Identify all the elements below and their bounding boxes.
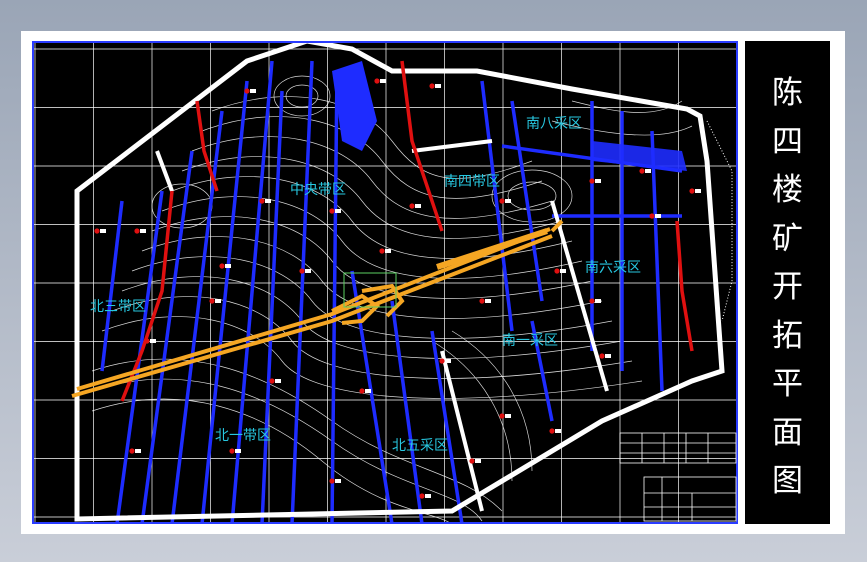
title-block-table	[643, 476, 737, 522]
zone-label-nanliu: 南六采区	[585, 260, 641, 276]
borehole-marker	[129, 448, 135, 454]
borehole-marker	[219, 263, 225, 269]
mine-plan-map: 中央带区 南四带区 南八采区 南六采区 南一采区 北三带区 北一带区 北五采区	[32, 41, 738, 524]
borehole-marker	[329, 478, 335, 484]
worked-area	[332, 61, 377, 151]
borehole-marker	[299, 268, 305, 274]
borehole-label-box	[485, 299, 491, 303]
borehole-marker	[269, 378, 275, 384]
title-char: 楼	[772, 172, 803, 208]
borehole-label-box	[135, 449, 141, 453]
borehole-label-box	[225, 264, 231, 268]
borehole-label-box	[275, 379, 281, 383]
borehole-label-box	[595, 299, 601, 303]
borehole-marker	[379, 248, 385, 254]
borehole-label-box	[695, 189, 701, 193]
borehole-marker	[469, 458, 475, 464]
borehole-label-box	[305, 269, 311, 273]
zone-label-beiyi: 北一带区	[215, 428, 271, 444]
borehole-label-box	[595, 179, 601, 183]
borehole-marker	[549, 428, 555, 434]
title-char: 平	[772, 366, 803, 402]
main-roadway	[436, 228, 548, 270]
borehole-marker	[259, 198, 265, 204]
borehole-label-box	[645, 169, 651, 173]
borehole-marker	[599, 353, 605, 359]
borehole-marker	[374, 78, 380, 84]
title-char: 矿	[772, 220, 803, 257]
zone-label-nanba: 南八采区	[526, 116, 582, 132]
borehole-marker	[134, 228, 140, 234]
borehole-label-box	[100, 229, 106, 233]
borehole-label-box	[415, 204, 421, 208]
title-panel: 陈 四 楼 矿 开 拓 平 面 图	[745, 41, 830, 524]
borehole-label-box	[335, 479, 341, 483]
borehole-label-box	[445, 359, 451, 363]
borehole-label-box	[505, 199, 511, 203]
borehole-label-box	[335, 209, 341, 213]
borehole-marker	[554, 268, 560, 274]
borehole-label-box	[140, 229, 146, 233]
borehole-label-box	[380, 79, 386, 83]
title-char: 图	[772, 463, 803, 499]
borehole-marker	[689, 188, 695, 194]
borehole-marker	[589, 178, 595, 184]
zone-label-nansi: 南四带区	[444, 174, 500, 190]
borehole-label-box	[215, 299, 221, 303]
borehole-label-box	[265, 199, 271, 203]
title-char: 拓	[772, 317, 803, 354]
borehole-marker	[649, 213, 655, 219]
borehole-marker	[419, 493, 425, 499]
borehole-marker	[479, 298, 485, 304]
borehole-label-box	[250, 89, 256, 93]
borehole-label-box	[475, 459, 481, 463]
title-char: 陈	[772, 75, 803, 111]
borehole-label-box	[385, 249, 391, 253]
borehole-label-box	[425, 494, 431, 498]
borehole-marker	[94, 228, 100, 234]
borehole-label-box	[235, 449, 241, 453]
borehole-marker	[499, 198, 505, 204]
borehole-label-box	[555, 429, 561, 433]
zone-label-beiwu: 北五采区	[392, 438, 448, 454]
borehole-marker	[639, 168, 645, 174]
borehole-label-box	[560, 269, 566, 273]
borehole-marker	[359, 388, 365, 394]
borehole-marker	[144, 338, 150, 344]
borehole-label-box	[150, 339, 156, 343]
borehole-marker	[329, 208, 335, 214]
borehole-marker	[229, 448, 235, 454]
borehole-label-box	[655, 214, 661, 218]
borehole-label-box	[365, 389, 371, 393]
borehole-marker	[209, 298, 215, 304]
borehole-marker	[409, 203, 415, 209]
zone-label-beisan: 北三带区	[90, 299, 146, 315]
borehole-marker	[244, 88, 250, 94]
zone-label-zhongyang: 中央带区	[290, 182, 346, 198]
title-char: 面	[772, 414, 803, 451]
borehole-label-box	[435, 84, 441, 88]
borehole-label-box	[605, 354, 611, 358]
borehole-marker	[499, 413, 505, 419]
borehole-marker	[429, 83, 435, 89]
mine-plan-svg	[32, 41, 738, 524]
title-char: 开	[772, 269, 803, 305]
map-title: 陈 四 楼 矿 开 拓 平 面 图	[745, 69, 830, 506]
borehole-label-box	[505, 414, 511, 418]
zone-label-nanyi: 南一采区	[502, 333, 558, 349]
borehole-marker	[439, 358, 445, 364]
borehole-marker	[589, 298, 595, 304]
title-char: 四	[772, 123, 803, 160]
